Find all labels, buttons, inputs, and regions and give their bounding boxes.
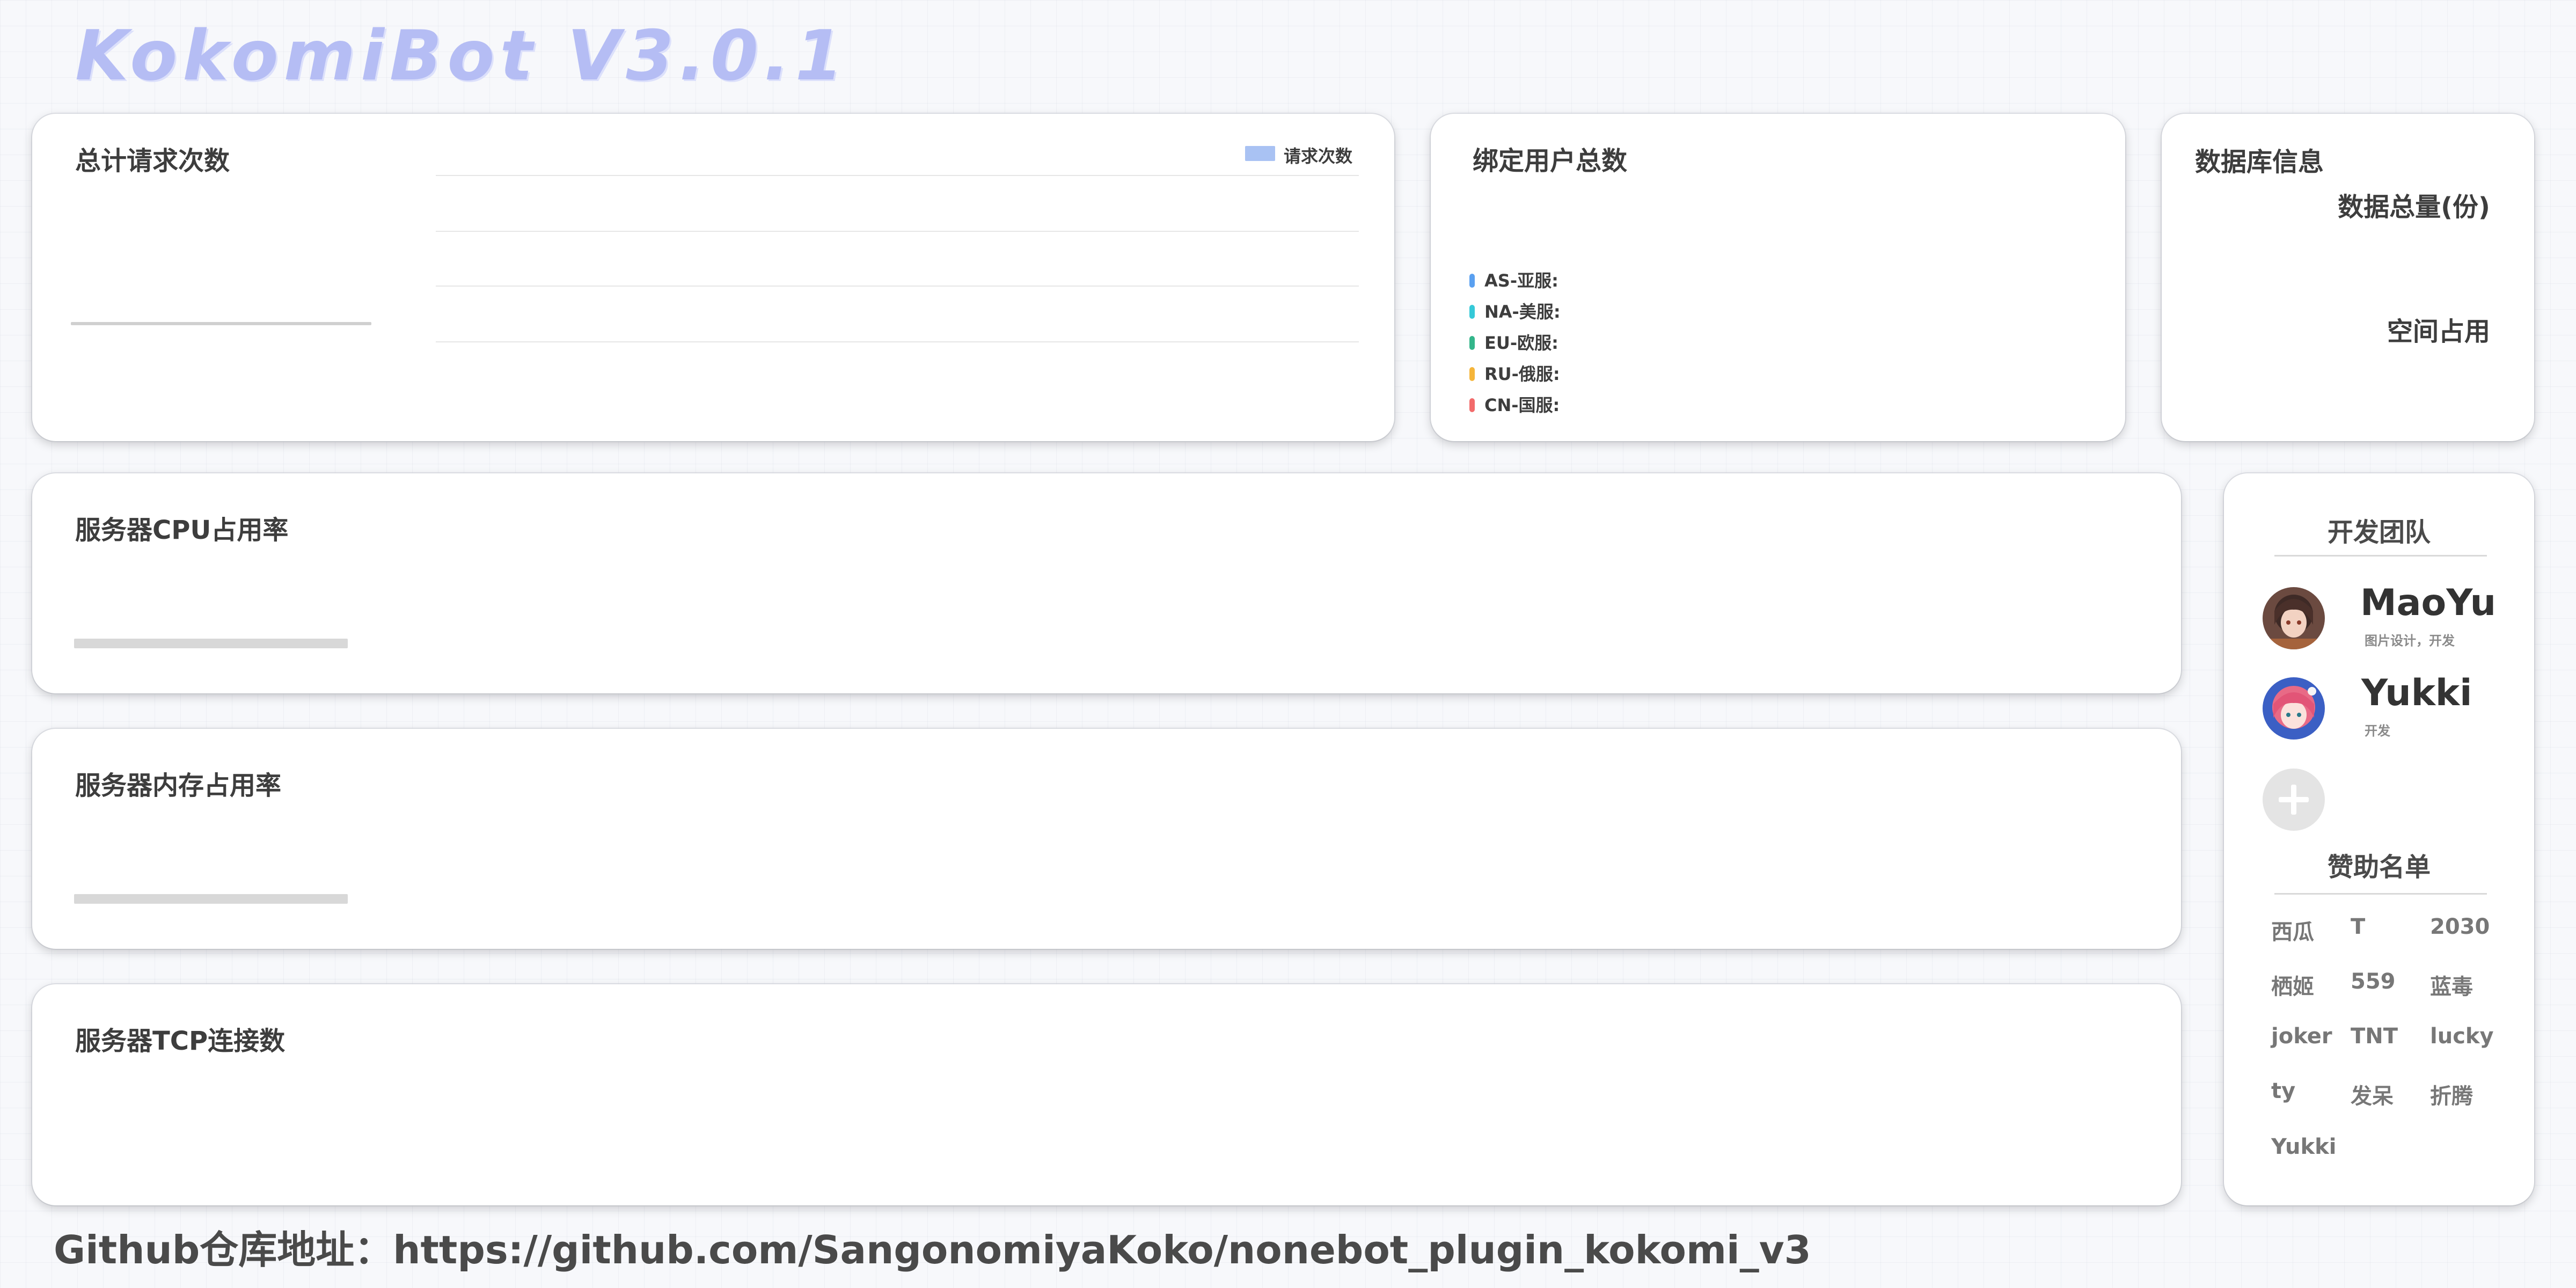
sponsor-name: 折腾	[2430, 1084, 2473, 1109]
cpu-card-title: 服务器CPU占用率	[75, 515, 289, 545]
yukki-avatar	[2263, 677, 2325, 740]
cpu-card: 服务器CPU占用率	[32, 473, 2181, 693]
yukki-avatar-image	[2263, 677, 2325, 740]
requests-legend-swatch	[1245, 146, 1275, 161]
sponsor-name: 发呆	[2351, 1084, 2394, 1109]
team-divider	[2274, 555, 2487, 557]
requests-chart-gridline	[436, 231, 1359, 232]
requests-chart-gridline	[436, 286, 1359, 287]
server-eu-label: EU-欧服:	[1484, 333, 1558, 353]
database-total-label: 数据总量(份)	[2338, 192, 2490, 222]
sponsor-name: 西瓜	[2271, 920, 2314, 945]
sponsors-heading: 赞助名单	[2327, 852, 2431, 882]
sponsor-name: T	[2351, 914, 2366, 939]
server-ru-dot	[1469, 367, 1475, 381]
app-title: KokomiBot V3.0.1	[75, 16, 848, 96]
server-na-dot	[1469, 305, 1475, 319]
yukki-role: 开发	[2365, 723, 2390, 738]
maoyu-avatar	[2263, 587, 2325, 649]
server-eu-dot	[1469, 336, 1475, 350]
requests-card-title: 总计请求次数	[75, 146, 230, 176]
database-card-title: 数据库信息	[2195, 147, 2324, 177]
team-card: 开发团队 MaoYu 图片设计，开发 Yukki 开发 赞助名单 西瓜 T 20	[2224, 473, 2534, 1205]
sponsor-name: TNT	[2351, 1024, 2398, 1049]
users-card-title: 绑定用户总数	[1473, 146, 1628, 176]
sponsor-name: Yukki	[2271, 1135, 2337, 1159]
server-na-label: NA-美服:	[1484, 302, 1561, 322]
cpu-value-placeholder	[74, 639, 348, 648]
sponsor-name: 559	[2351, 969, 2396, 994]
server-as-label: AS-亚服:	[1484, 270, 1558, 291]
memory-card: 服务器内存占用率	[32, 729, 2181, 949]
memory-value-placeholder	[74, 894, 348, 904]
maoyu-avatar-image	[2263, 587, 2325, 649]
tcp-card: 服务器TCP连接数	[32, 984, 2181, 1205]
yukki-name: Yukki	[2361, 672, 2472, 714]
sponsor-name: joker	[2271, 1024, 2332, 1049]
tcp-card-title: 服务器TCP连接数	[75, 1026, 286, 1056]
server-cn-label: CN-国服:	[1484, 395, 1560, 415]
requests-card: 总计请求次数 请求次数	[32, 114, 1394, 441]
requests-chart-gridline	[436, 175, 1359, 176]
team-heading: 开发团队	[2327, 517, 2431, 547]
requests-legend-label: 请求次数	[1284, 146, 1353, 166]
sponsor-name: lucky	[2430, 1024, 2494, 1049]
sponsor-name: 2030	[2430, 914, 2490, 939]
sponsor-name: 蓝毒	[2430, 975, 2473, 999]
database-card: 数据库信息 数据总量(份) 空间占用	[2162, 114, 2534, 441]
sponsor-name: ty	[2271, 1079, 2296, 1103]
plus-icon[interactable]	[2263, 769, 2325, 831]
github-repo-link[interactable]: Github仓库地址：https://github.com/Sangonomiy…	[54, 1218, 1811, 1275]
sponsors-divider	[2274, 893, 2487, 895]
server-ru-label: RU-俄服:	[1484, 364, 1560, 384]
maoyu-role: 图片设计，开发	[2365, 633, 2455, 648]
requests-value-placeholder	[71, 322, 371, 325]
server-as-dot	[1469, 274, 1475, 288]
sponsor-name: 栖姬	[2271, 975, 2314, 999]
dashboard-page: { "app": { "title": "KokomiBot V3.0.1" }…	[0, 0, 2576, 1288]
memory-card-title: 服务器内存占用率	[75, 771, 282, 801]
users-card: 绑定用户总数 AS-亚服: NA-美服: EU-欧服: RU-俄服: CN-国服…	[1431, 114, 2125, 441]
requests-chart-gridline	[436, 341, 1359, 342]
database-space-label: 空间占用	[2387, 317, 2490, 347]
server-cn-dot	[1469, 398, 1475, 412]
maoyu-name: MaoYu	[2360, 582, 2496, 624]
